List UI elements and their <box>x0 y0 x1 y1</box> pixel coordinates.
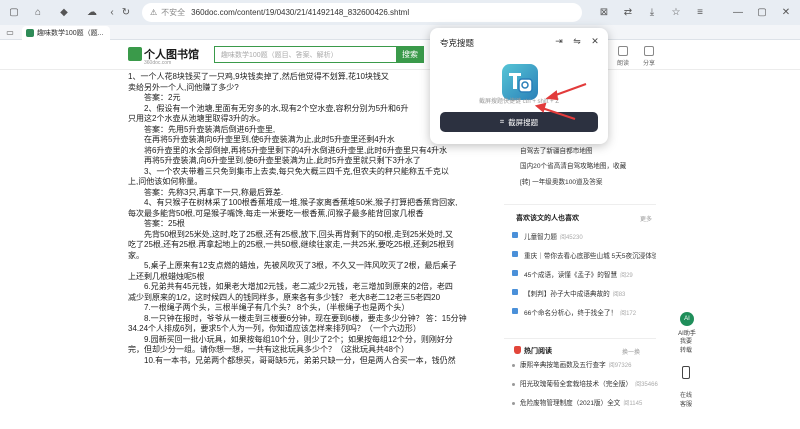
browser-window: ▢ ⌂ ◆ ☁ ‹ ↻ ⚠ 不安全 360doc.com/content/19/… <box>0 0 800 429</box>
arrowhead <box>534 102 547 113</box>
arrow-to-hint <box>552 83 587 97</box>
arrow-to-button <box>541 107 576 120</box>
arrowhead <box>545 90 559 101</box>
annotation-arrows <box>534 83 587 120</box>
